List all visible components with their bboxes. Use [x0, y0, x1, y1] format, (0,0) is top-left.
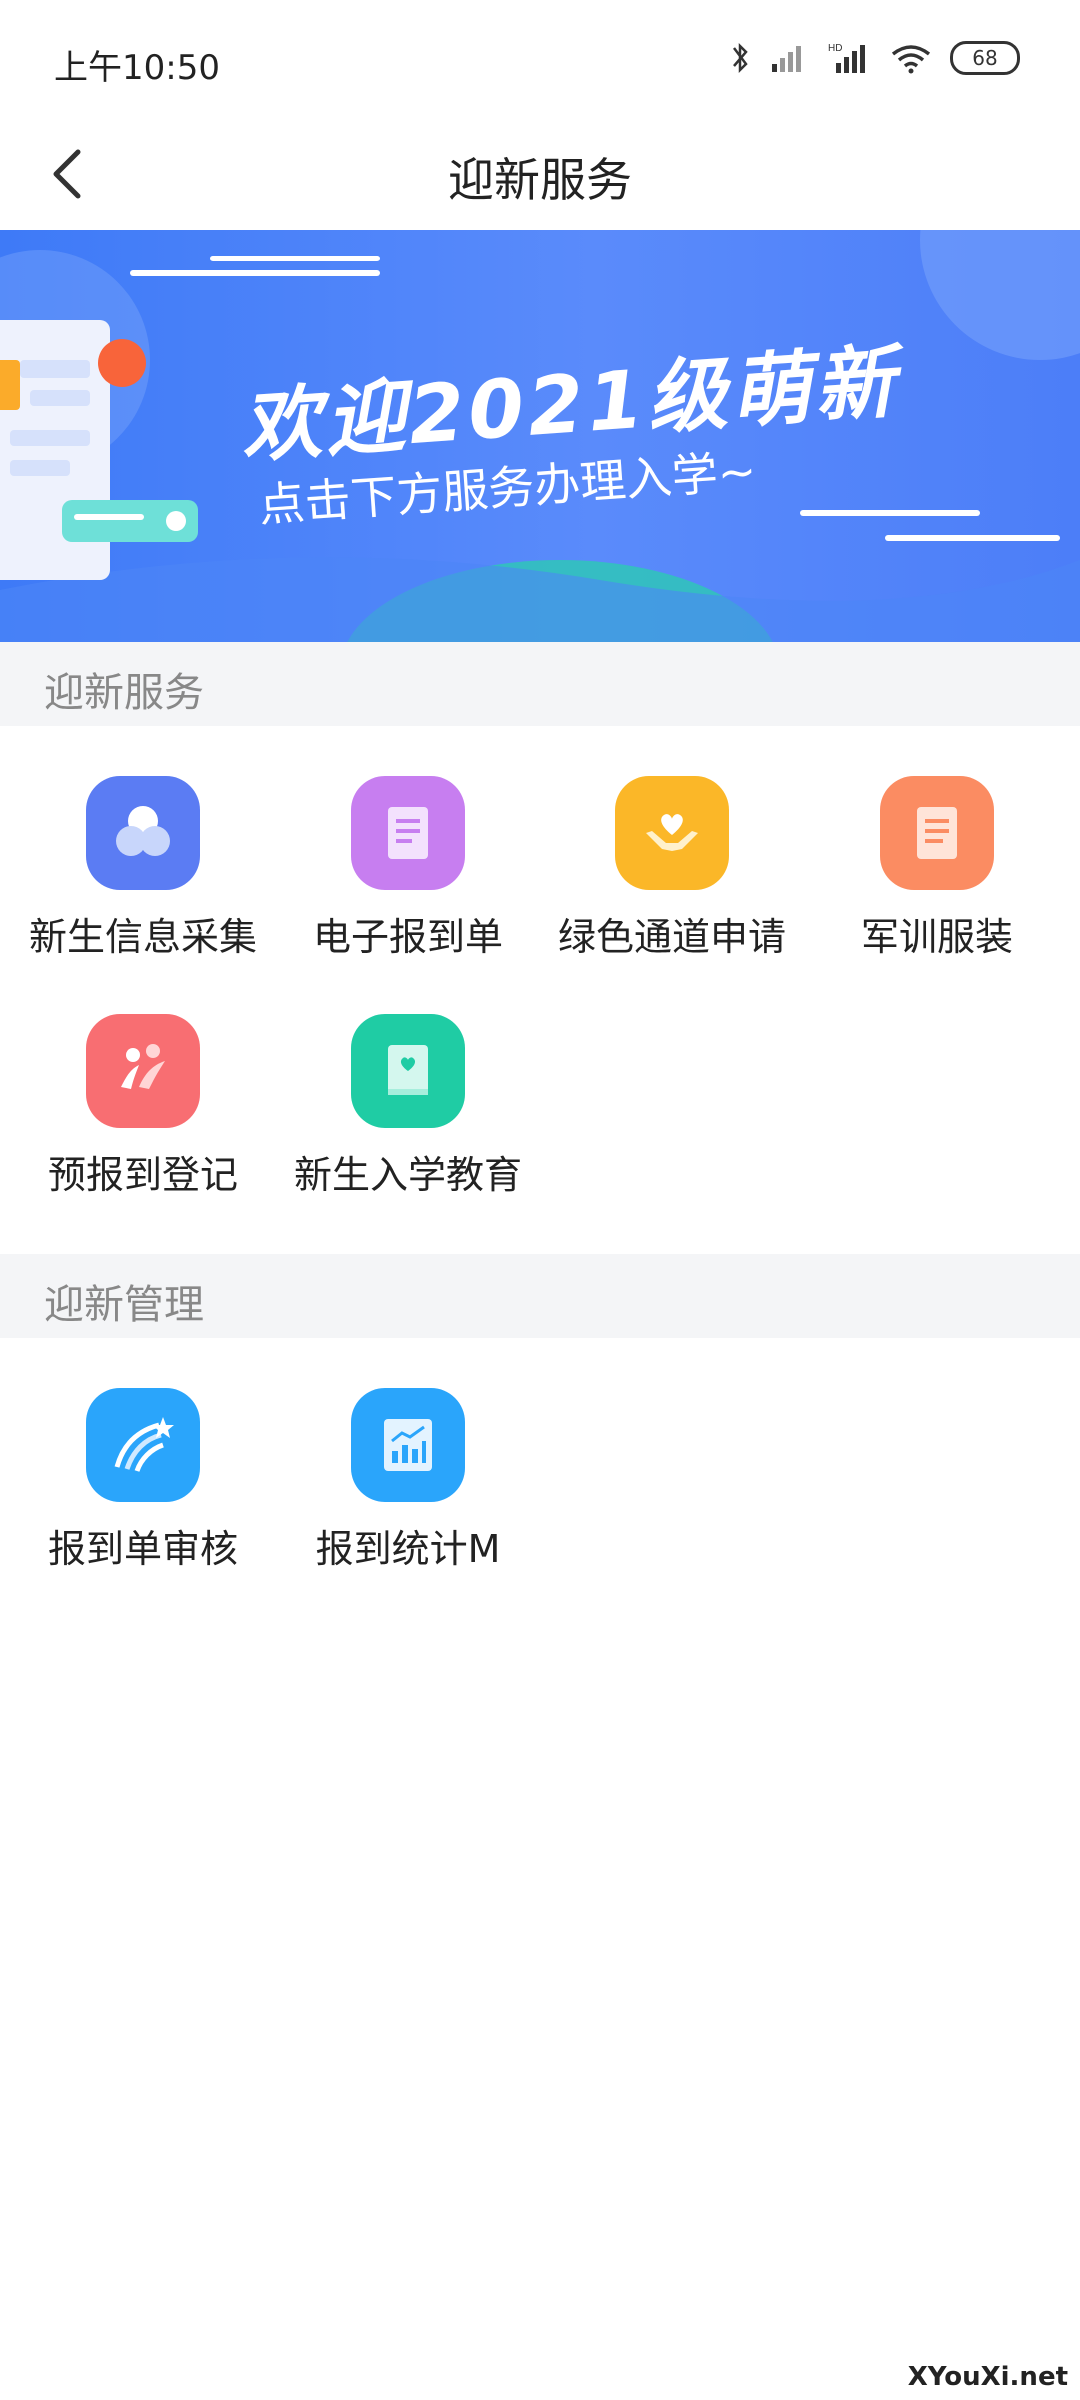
- section-title: 迎新管理: [44, 1282, 204, 1328]
- service-label: 电子报到单: [312, 915, 503, 959]
- people-icon: [86, 1014, 200, 1128]
- service-student-info[interactable]: 新生信息采集: [11, 776, 275, 961]
- watermark: XYouXi.net: [907, 2362, 1068, 2392]
- service-label: 预报到登记: [47, 1153, 238, 1197]
- service-label: 新生信息采集: [28, 915, 257, 959]
- section-header-services: 迎新服务: [0, 642, 1080, 726]
- management-review[interactable]: 报到单审核: [11, 1388, 275, 1573]
- service-label: 报到统计M: [315, 1527, 501, 1571]
- book-heart-icon: [351, 1014, 465, 1128]
- welcome-banner: 欢迎2021级萌新 点击下方服务办理入学~: [0, 230, 1080, 642]
- navigation-bar: 迎新服务: [0, 120, 1080, 232]
- status-time: 上午10:50: [54, 48, 220, 88]
- heart-hands-icon: [615, 776, 729, 890]
- chart-icon: [351, 1388, 465, 1502]
- service-green-channel[interactable]: 绿色通道申请: [540, 776, 804, 961]
- battery-level: 68: [972, 46, 998, 70]
- shooting-star-icon: [86, 1388, 200, 1502]
- management-statistics[interactable]: 报到统计M: [276, 1388, 540, 1573]
- page-title: 迎新服务: [448, 153, 632, 207]
- service-label: 新生入学教育: [293, 1153, 522, 1197]
- scroll-icon: [880, 776, 994, 890]
- service-label: 军训服装: [860, 915, 1013, 959]
- hd-signal-icon: HD: [828, 43, 865, 73]
- service-label: 绿色通道申请: [557, 915, 786, 959]
- wifi-icon: [891, 45, 931, 74]
- service-military-uniform[interactable]: 军训服装: [805, 776, 1069, 961]
- status-icons: HD 68: [728, 40, 1020, 76]
- service-label: 报到单审核: [47, 1527, 238, 1571]
- service-pre-registration[interactable]: 预报到登记: [11, 1014, 275, 1199]
- section-header-management: 迎新管理: [0, 1254, 1080, 1338]
- document-icon: [351, 776, 465, 890]
- battery-indicator: 68: [950, 41, 1020, 75]
- service-orientation[interactable]: 新生入学教育: [276, 1014, 540, 1199]
- service-e-registration[interactable]: 电子报到单: [276, 776, 540, 961]
- bluetooth-icon: [733, 42, 748, 74]
- status-bar: 上午10:50 HD 68: [0, 0, 1080, 120]
- section-title: 迎新服务: [44, 670, 204, 716]
- circles-icon: [86, 776, 200, 890]
- signal-icon: [772, 46, 801, 72]
- svg-text:HD: HD: [828, 43, 842, 54]
